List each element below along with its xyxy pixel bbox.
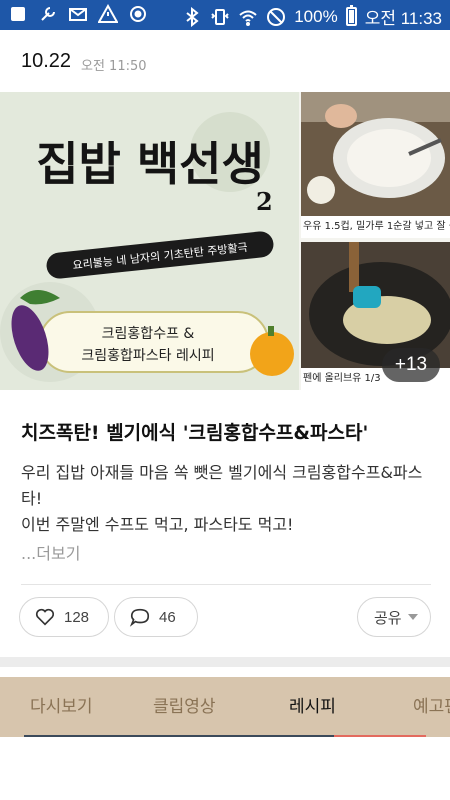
- share-button[interactable]: 공유: [357, 597, 431, 637]
- like-count: 128: [64, 608, 90, 626]
- recipe-line-2: 크림홍합파스타 레시피: [81, 348, 214, 364]
- status-bar: 100% 오전 11:33: [0, 0, 450, 30]
- show-title-main: 집밥 백선생: [36, 137, 264, 191]
- tab-replay[interactable]: 다시보기: [30, 677, 93, 737]
- speech-bubble-icon: [129, 608, 150, 627]
- comment-button[interactable]: 46: [114, 597, 198, 637]
- heart-icon: [35, 608, 55, 626]
- more-photos-badge[interactable]: +13: [382, 348, 440, 382]
- chevron-down-icon: [407, 614, 418, 620]
- vibrate-icon: [210, 7, 230, 27]
- post-body-line-1: 우리 집밥 아재들 마음 쏙 뺏은 벨기에식 크림홍합수프&파스타!: [21, 463, 423, 508]
- thumbnail-1[interactable]: 우유 1.5컵, 밀가루 1순갈 넣고 잘 섞: [301, 92, 450, 238]
- main-image[interactable]: 집밥 백선생 2 요리불능 네 남자의 기초탄탄 주방활극 크림홍합수프 & 크…: [0, 92, 299, 390]
- post-date: 10.22: [21, 50, 72, 72]
- tab-clips[interactable]: 클립영상: [153, 677, 216, 737]
- post-body-line-2: 이번 주말엔 수프도 먹고, 파스타도 먹고!: [21, 515, 294, 534]
- battery-percent: 100%: [294, 6, 338, 26]
- status-right-icons: 100% 오전 11:33: [182, 4, 442, 29]
- status-left-icons: [8, 3, 148, 24]
- comment-count: 46: [159, 608, 176, 626]
- email-icon: [68, 4, 88, 24]
- active-tab-indicator: [334, 735, 426, 737]
- post-time: 오전 11:50: [81, 59, 147, 74]
- tab-preview[interactable]: 예고편: [413, 677, 450, 737]
- alert-icon: [97, 3, 119, 24]
- post-title: 치즈폭탄! 벨기에식 '크림홍합수프&파스타': [21, 422, 369, 444]
- recipe-line-1: 크림홍합수프 &: [102, 326, 195, 342]
- thumbnail-2[interactable]: 펜에 올리브유 1/3 +13: [301, 242, 450, 390]
- post-body: 우리 집밥 아재들 마음 쏙 뺏은 벨기에식 크림홍합수프&파스타! 이번 주말…: [21, 460, 429, 538]
- pumpkin-illustration: [250, 332, 294, 376]
- thumbnail-1-caption: 우유 1.5컵, 밀가루 1순갈 넣고 잘 섞: [301, 216, 450, 238]
- show-season-number: 2: [256, 187, 273, 216]
- bluetooth-icon: [182, 6, 202, 27]
- divider: [21, 584, 431, 585]
- notification-icon: [8, 4, 28, 24]
- wifi-icon: [238, 7, 258, 27]
- do-not-disturb-icon: [266, 7, 286, 27]
- post-media-gallery[interactable]: 집밥 백선생 2 요리불능 네 남자의 기초탄탄 주방활극 크림홍합수프 & 크…: [0, 92, 450, 390]
- battery-icon: [345, 5, 357, 26]
- wrench-icon: [38, 4, 58, 24]
- read-more-link[interactable]: ...더보기: [21, 540, 80, 564]
- section-separator: [0, 657, 450, 667]
- tab-recipe[interactable]: 레시피: [289, 677, 336, 737]
- share-label: 공유: [374, 609, 402, 627]
- tab-underline: [24, 735, 334, 737]
- content-tabs: 다시보기 클립영상 레시피 예고편: [0, 677, 450, 737]
- sync-icon: [128, 4, 148, 24]
- status-clock: 오전 11:33: [364, 9, 442, 28]
- like-button[interactable]: 128: [19, 597, 109, 637]
